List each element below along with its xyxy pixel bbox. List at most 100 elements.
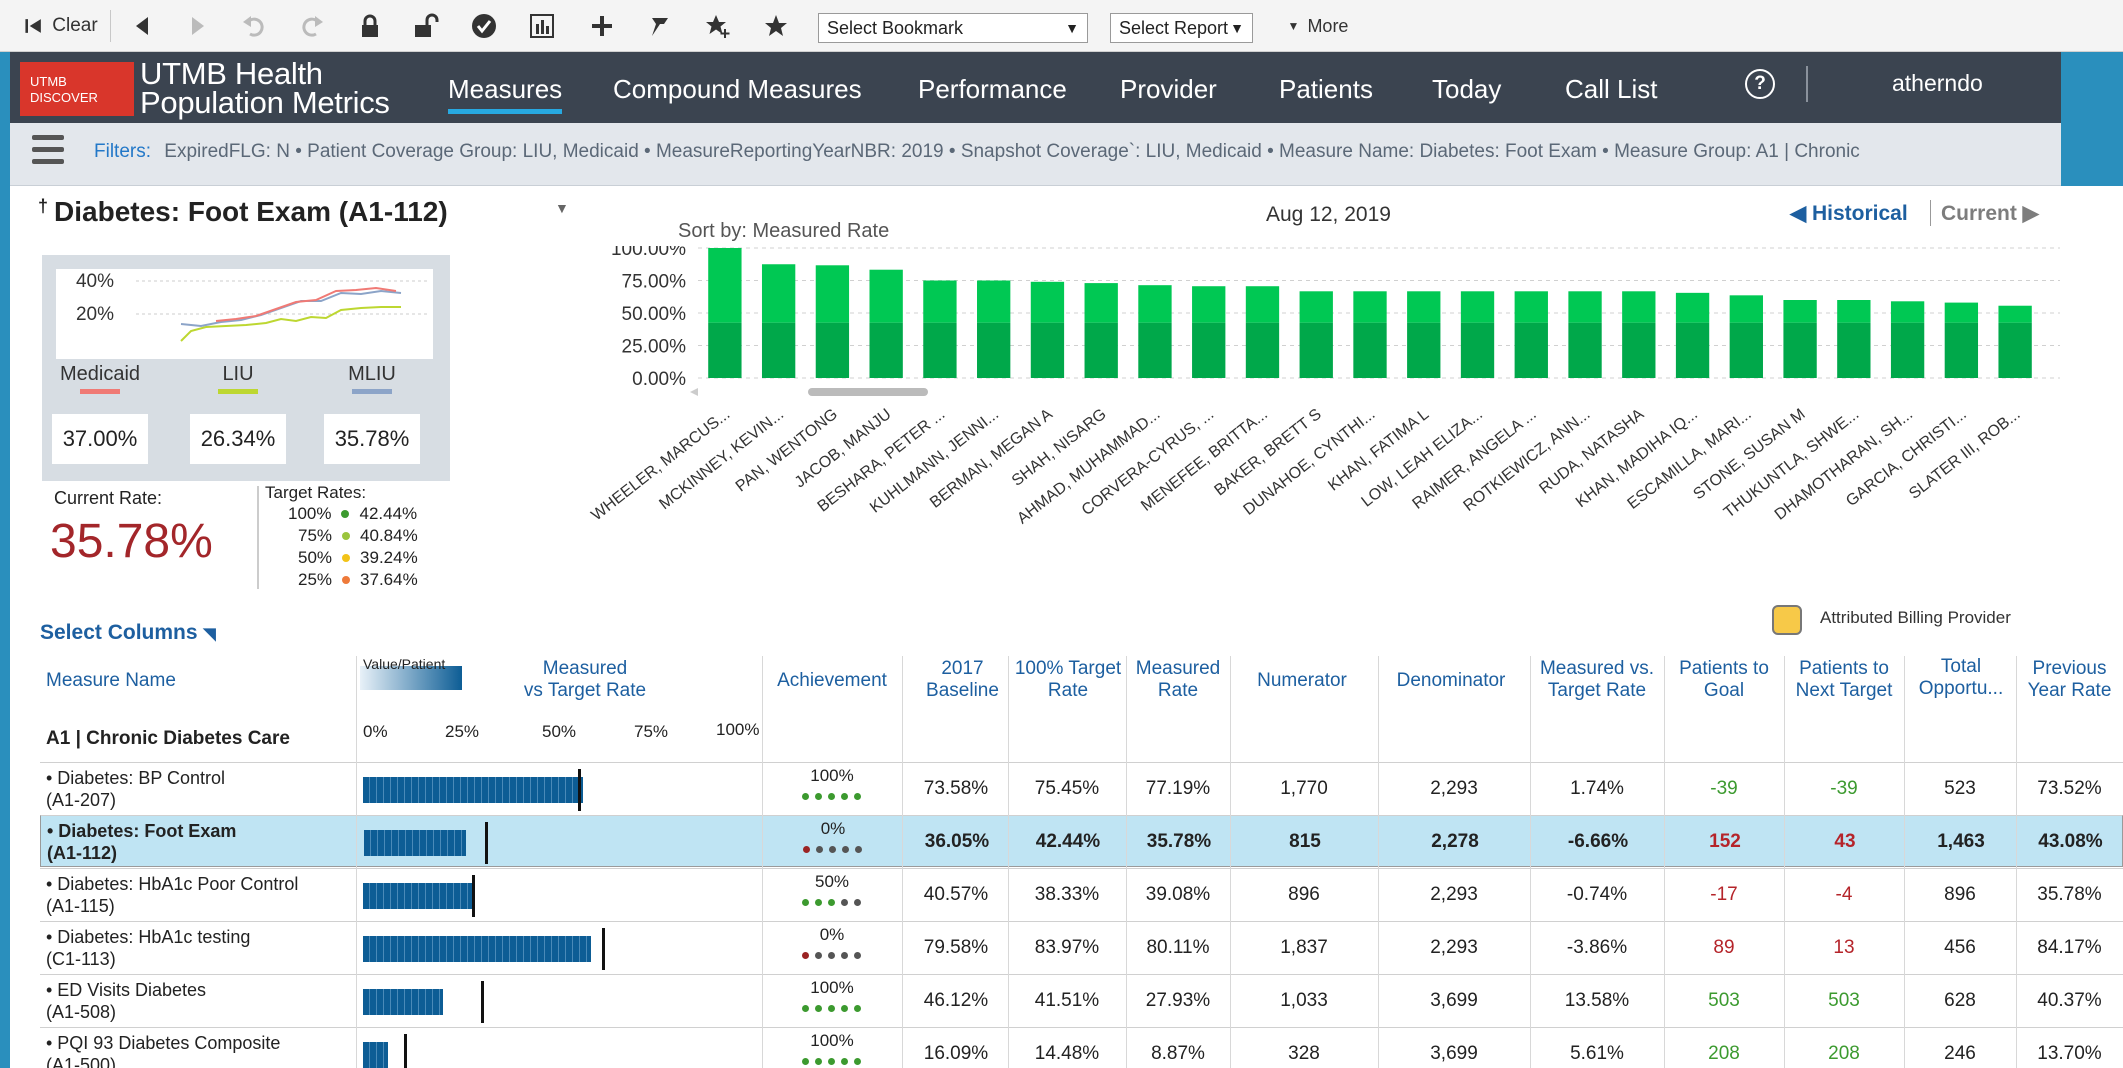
unlock-button[interactable] bbox=[408, 8, 444, 44]
bar-upper bbox=[1729, 295, 1763, 323]
more-label: More bbox=[1307, 15, 1349, 36]
add-button[interactable] bbox=[584, 8, 620, 44]
more-button[interactable]: ▼ More bbox=[1278, 8, 1358, 44]
target-marker bbox=[481, 981, 485, 1023]
minichart-tick-20: 20% bbox=[76, 304, 114, 325]
target-marker bbox=[404, 1034, 408, 1068]
bar-lower bbox=[1783, 322, 1817, 378]
achievement-dot bbox=[828, 793, 835, 800]
bar-upper bbox=[761, 264, 796, 323]
measure-name-line: • ED Visits Diabetes bbox=[46, 980, 207, 1000]
header-line: 2017 bbox=[941, 658, 984, 679]
liu-rate: 26.34% bbox=[190, 414, 286, 464]
table-row[interactable]: • Diabetes: BP Control (A1-207) 100% 73.58%… bbox=[40, 762, 2123, 814]
target-rate-cell: 83.97% bbox=[1034, 937, 1100, 958]
target-pct: 50% bbox=[298, 548, 333, 567]
measure-dropdown-icon[interactable]: ▼ bbox=[555, 200, 569, 216]
header-target-rate[interactable]: 100% Target Rate bbox=[1008, 658, 1128, 702]
nav-patients[interactable]: Patients bbox=[1279, 74, 1373, 105]
measure-name[interactable]: • Diabetes: HbA1c testing (C1-113) bbox=[46, 926, 250, 970]
scale-0: 0% bbox=[363, 722, 388, 741]
patients-to-goal-cell: 503 bbox=[1708, 990, 1740, 1011]
achievement-dot bbox=[854, 1058, 861, 1065]
bookmark-select[interactable]: Select Bookmark ▼ bbox=[818, 13, 1088, 43]
header-patients-to-goal[interactable]: Patients to Goal bbox=[1665, 658, 1783, 702]
header-measured-vs-target-rate[interactable]: Measured vs. Target Rate bbox=[1530, 658, 1664, 702]
previous-year-cell: 43.08% bbox=[2038, 831, 2103, 852]
nav-provider[interactable]: Provider bbox=[1120, 74, 1217, 105]
user-menu[interactable]: atherndo bbox=[1892, 70, 1983, 97]
measure-name[interactable]: • PQI 93 Diabetes Composite (A1-500) bbox=[46, 1032, 280, 1068]
table-row[interactable]: • Diabetes: Foot Exam (A1-112) 0% 36.05% 42.… bbox=[40, 815, 2123, 867]
nav-call-list[interactable]: Call List bbox=[1565, 74, 1657, 105]
header-achievement[interactable]: Achievement bbox=[762, 670, 902, 692]
select-columns-label: Select Columns bbox=[40, 621, 198, 644]
arrow-right-icon bbox=[192, 17, 204, 35]
target-divider bbox=[257, 486, 259, 589]
header-measure-name[interactable]: Measure Name bbox=[46, 670, 176, 692]
current-link[interactable]: Current ▶ bbox=[1941, 201, 2039, 226]
nav-measures[interactable]: Measures bbox=[448, 74, 563, 114]
header-total-opportunity[interactable]: Total Opportu... bbox=[1906, 656, 2016, 700]
patients-to-next-target-cell: 43 bbox=[1834, 831, 1856, 852]
hamburger-menu-icon[interactable] bbox=[32, 135, 64, 169]
bookmarks-button[interactable] bbox=[758, 8, 794, 44]
back-button[interactable] bbox=[124, 8, 160, 44]
header-measured-vs-target[interactable]: Measured vs Target Rate bbox=[480, 658, 690, 702]
lock-button[interactable] bbox=[352, 8, 388, 44]
measure-name[interactable]: • Diabetes: Foot Exam (A1-112) bbox=[47, 820, 236, 864]
clear-button[interactable]: Clear bbox=[20, 8, 100, 44]
nav-performance[interactable]: Performance bbox=[918, 74, 1067, 105]
measure-name[interactable]: • ED Visits Diabetes (A1-508) bbox=[46, 979, 206, 1023]
total-opportunity-cell: 1,463 bbox=[1937, 831, 1985, 852]
select-columns-button[interactable]: Select Columns ◥ bbox=[40, 621, 216, 645]
undo-button[interactable] bbox=[236, 8, 272, 44]
bar-lower bbox=[1622, 322, 1656, 378]
redo-button[interactable] bbox=[294, 8, 330, 44]
refresh-icon[interactable] bbox=[1772, 605, 1802, 635]
achievement-dot bbox=[841, 1005, 848, 1012]
report-select[interactable]: Select Report ▼ bbox=[1110, 13, 1253, 43]
column-divider bbox=[762, 656, 763, 1068]
pin-icon bbox=[652, 18, 668, 36]
measure-title-text: Diabetes: Foot Exam (A1-112) bbox=[54, 196, 448, 227]
header-baseline[interactable]: 2017 Baseline bbox=[915, 658, 1010, 702]
previous-year-cell: 84.17% bbox=[2037, 937, 2102, 958]
table-row[interactable]: • PQI 93 Diabetes Composite (A1-500) 100% 1… bbox=[40, 1027, 2123, 1068]
header-measured-rate[interactable]: Measured Rate bbox=[1126, 658, 1230, 702]
measure-name[interactable]: • Diabetes: BP Control (A1-207) bbox=[46, 767, 225, 811]
historical-link[interactable]: ◀ Historical bbox=[1790, 201, 1908, 226]
app-title-line1: UTMB Health bbox=[140, 56, 323, 91]
numerator-cell: 815 bbox=[1289, 831, 1321, 852]
header-patients-to-next-target[interactable]: Patients to Next Target bbox=[1784, 658, 1904, 702]
target-rate-cell: 14.48% bbox=[1034, 1043, 1100, 1064]
chart-button[interactable] bbox=[524, 8, 560, 44]
forward-button[interactable] bbox=[180, 8, 216, 44]
pin-button[interactable] bbox=[642, 8, 678, 44]
header-line: Next Target bbox=[1795, 680, 1893, 701]
header-numerator[interactable]: Numerator bbox=[1232, 670, 1372, 692]
add-bookmark-button[interactable] bbox=[700, 8, 736, 44]
measured-vs-target-cell: -3.86% bbox=[1566, 937, 1628, 958]
help-icon[interactable]: ? bbox=[1745, 69, 1775, 99]
previous-year-cell: 13.70% bbox=[2037, 1043, 2102, 1064]
header-previous-year-rate[interactable]: Previous Year Rate bbox=[2016, 658, 2123, 702]
nav-compound-measures[interactable]: Compound Measures bbox=[613, 74, 862, 105]
measured-vs-target-cell: 13.58% bbox=[1564, 990, 1630, 1011]
attributed-billing-provider[interactable]: Attributed Billing Provider bbox=[1820, 608, 2011, 628]
sort-by-label[interactable]: Sort by: Measured Rate bbox=[678, 220, 889, 243]
measure-name[interactable]: • Diabetes: HbA1c Poor Control (A1-115) bbox=[46, 873, 298, 917]
check-button[interactable] bbox=[466, 8, 502, 44]
nav-today[interactable]: Today bbox=[1432, 74, 1501, 105]
filter-summary[interactable]: Filters: ExpiredFLG: N • Patient Coverag… bbox=[94, 141, 1860, 163]
header-denominator[interactable]: Denominator bbox=[1378, 670, 1524, 692]
table-row[interactable]: • ED Visits Diabetes (A1-508) 100% 46.12% 41… bbox=[40, 974, 2123, 1026]
table-row[interactable]: • Diabetes: HbA1c testing (C1-113) 0% 79.58… bbox=[40, 921, 2123, 973]
denominator-cell: 2,293 bbox=[1430, 884, 1478, 905]
achievement-dots bbox=[802, 1005, 867, 1015]
numerator-cell: 896 bbox=[1288, 884, 1320, 905]
bar-upper bbox=[1407, 291, 1441, 323]
patients-to-goal-cell: 208 bbox=[1708, 1043, 1740, 1064]
mliu-rate: 35.78% bbox=[324, 414, 420, 464]
table-row[interactable]: • Diabetes: HbA1c Poor Control (A1-115) 50… bbox=[40, 868, 2123, 920]
